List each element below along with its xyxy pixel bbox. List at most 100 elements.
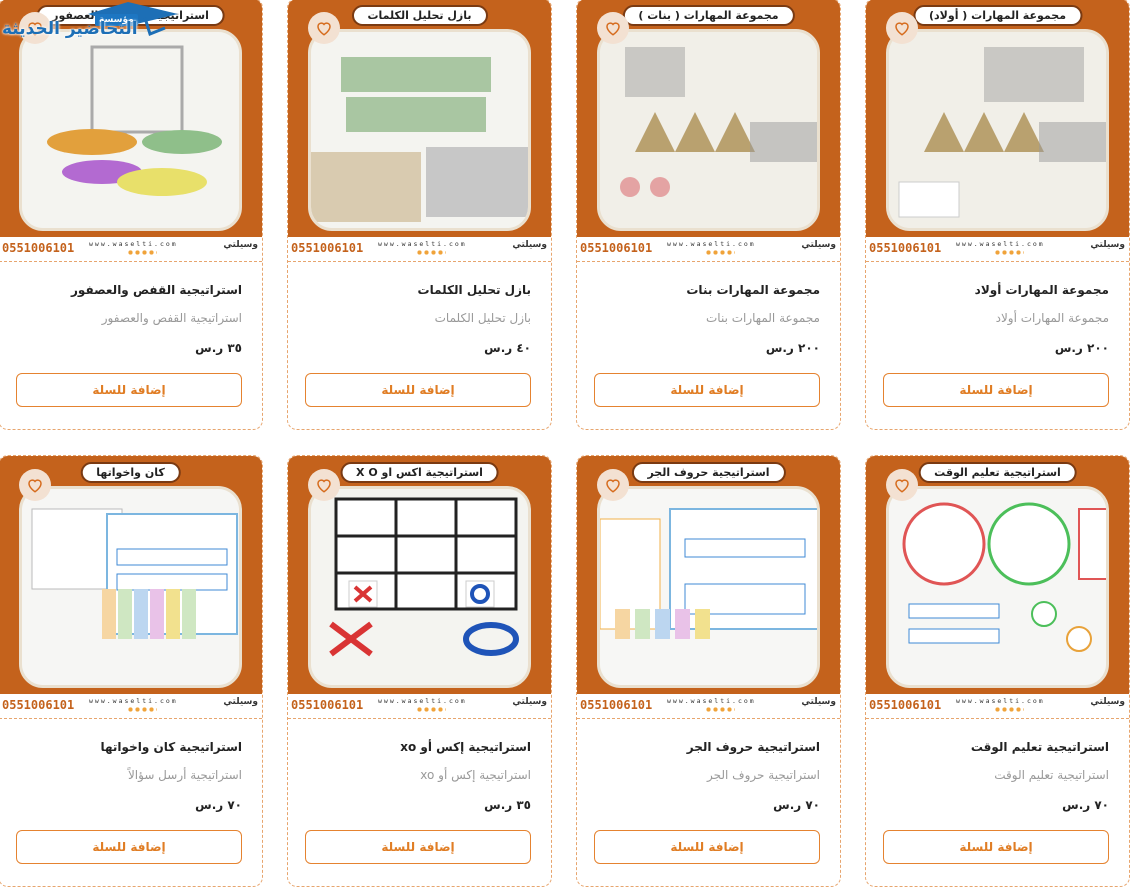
product-card: استراتيجية حروف الجر 0551006101 www.wase… <box>576 455 841 887</box>
product-price: ٣٥ ر.س <box>195 341 242 355</box>
product-image[interactable]: استراتيجية تعليم الوقت <box>866 456 1129 694</box>
brand-mark: وسيلتي <box>801 697 836 707</box>
product-photo <box>308 486 531 688</box>
add-to-cart-button[interactable]: إضافة للسلة <box>305 830 531 864</box>
product-banner: استراتيجية اكس او X O <box>340 462 499 483</box>
heart-icon <box>317 22 331 36</box>
decor-dots <box>705 250 735 255</box>
product-price: ٣٥ ر.س <box>484 798 531 812</box>
favorite-button[interactable] <box>308 469 340 501</box>
product-image[interactable]: مجموعة المهارات ( أولاد) <box>866 0 1129 237</box>
image-footer: 0551006101 www.waselti.com وسيلتي <box>577 694 840 719</box>
image-footer: 0551006101 www.waselti.com وسيلتي <box>577 237 840 262</box>
product-info: مجموعة المهارات أولاد مجموعة المهارات أو… <box>866 261 1129 429</box>
store-logo[interactable]: مؤسسة التحاضير الحديثة <box>0 0 180 45</box>
phone-number: 0551006101 <box>580 698 653 712</box>
image-footer: 0551006101 www.waselti.com وسيلتي <box>0 237 262 262</box>
brand-mark: وسيلتي <box>512 240 547 250</box>
product-photo <box>886 29 1109 231</box>
product-image[interactable]: بازل تحليل الكلمات <box>288 0 551 237</box>
decor-dots <box>705 707 735 712</box>
product-price: ٧٠ ر.س <box>195 798 242 812</box>
product-image[interactable]: استراتيجية حروف الجر <box>577 456 840 694</box>
add-to-cart-button[interactable]: إضافة للسلة <box>883 373 1109 407</box>
website-url: www.waselti.com <box>378 697 467 705</box>
heart-icon <box>317 479 331 493</box>
website-url: www.waselti.com <box>667 697 756 705</box>
product-card: بازل تحليل الكلمات 0551006101 www.waselt… <box>287 0 552 430</box>
add-to-cart-button[interactable]: إضافة للسلة <box>594 830 820 864</box>
product-card: استراتيجية اكس او X O 0551006101 www.was… <box>287 455 552 887</box>
product-card: كان واخواتها 0551006101 www.waselti.com … <box>0 455 263 887</box>
product-name[interactable]: استراتيجية تعليم الوقت <box>971 740 1109 754</box>
image-footer: 0551006101 www.waselti.com وسيلتي <box>866 237 1129 262</box>
add-to-cart-button[interactable]: إضافة للسلة <box>594 373 820 407</box>
product-banner: استراتيجية تعليم الوقت <box>918 462 1077 483</box>
favorite-button[interactable] <box>19 469 51 501</box>
product-subtitle: استراتيجية حروف الجر <box>707 768 820 782</box>
product-name[interactable]: مجموعة المهارات أولاد <box>975 283 1109 297</box>
favorite-button[interactable] <box>886 469 918 501</box>
product-banner: مجموعة المهارات ( بنات ) <box>622 5 795 26</box>
decor-dots <box>994 250 1024 255</box>
image-footer: 0551006101 www.waselti.com وسيلتي <box>0 694 262 719</box>
favorite-button[interactable] <box>597 12 629 44</box>
product-banner: مجموعة المهارات ( أولاد) <box>912 5 1083 26</box>
product-info: بازل تحليل الكلمات بازل تحليل الكلمات ٤٠… <box>288 261 551 429</box>
product-info: استراتيجية كان واخواتها استراتيجية أرسل … <box>0 718 262 886</box>
product-card: مجموعة المهارات ( بنات ) 0551006101 www.… <box>576 0 841 430</box>
add-to-cart-button[interactable]: إضافة للسلة <box>16 830 242 864</box>
phone-number: 0551006101 <box>2 698 75 712</box>
logo-line2: التحاضير الحديثة <box>2 19 138 39</box>
brand-mark: وسيلتي <box>801 240 836 250</box>
image-footer: 0551006101 www.waselti.com وسيلتي <box>866 694 1129 719</box>
phone-number: 0551006101 <box>869 698 942 712</box>
phone-number: 0551006101 <box>291 698 364 712</box>
product-image[interactable]: مجموعة المهارات ( بنات ) <box>577 0 840 237</box>
add-to-cart-button[interactable]: إضافة للسلة <box>305 373 531 407</box>
product-name[interactable]: استراتيجية إكس أو xo <box>400 740 531 754</box>
decor-dots <box>127 250 157 255</box>
favorite-button[interactable] <box>886 12 918 44</box>
heart-icon <box>28 479 42 493</box>
product-name[interactable]: استراتيجية حروف الجر <box>687 740 820 754</box>
product-info: استراتيجية إكس أو xo استراتيجية إكس أو x… <box>288 718 551 886</box>
product-photo <box>886 486 1109 688</box>
heart-icon <box>606 22 620 36</box>
product-image[interactable]: كان واخواتها <box>0 456 262 694</box>
add-to-cart-button[interactable]: إضافة للسلة <box>883 830 1109 864</box>
favorite-button[interactable] <box>597 469 629 501</box>
product-info: مجموعة المهارات بنات مجموعة المهارات بنا… <box>577 261 840 429</box>
product-price: ٢٠٠ ر.س <box>765 341 820 355</box>
product-name[interactable]: استراتيجية كان واخواتها <box>101 740 243 754</box>
brand-mark: وسيلتي <box>1090 240 1125 250</box>
product-card: استراتيجية القفص والعصفور 0551006101 www… <box>0 0 263 430</box>
product-subtitle: استراتيجية أرسل سؤالاً <box>127 768 242 782</box>
product-photo <box>308 29 531 231</box>
phone-number: 0551006101 <box>580 241 653 255</box>
heart-icon <box>606 479 620 493</box>
phone-number: 0551006101 <box>2 241 75 255</box>
website-url: www.waselti.com <box>956 697 1045 705</box>
product-price: ٢٠٠ ر.س <box>1054 341 1109 355</box>
product-price: ٤٠ ر.س <box>484 341 531 355</box>
product-info: استراتيجية حروف الجر استراتيجية حروف الج… <box>577 718 840 886</box>
product-subtitle: بازل تحليل الكلمات <box>434 311 531 325</box>
heart-icon <box>895 479 909 493</box>
product-photo <box>597 486 820 688</box>
product-info: استراتيجية تعليم الوقت استراتيجية تعليم … <box>866 718 1129 886</box>
product-name[interactable]: استراتيجية القفص والعصفور <box>71 283 242 297</box>
brand-mark: وسيلتي <box>223 240 258 250</box>
product-name[interactable]: مجموعة المهارات بنات <box>686 283 820 297</box>
product-banner: استراتيجية حروف الجر <box>631 462 786 483</box>
product-photo <box>19 29 242 231</box>
product-image[interactable]: استراتيجية اكس او X O <box>288 456 551 694</box>
product-card: استراتيجية تعليم الوقت 0551006101 www.wa… <box>865 455 1130 887</box>
decor-dots <box>127 707 157 712</box>
phone-number: 0551006101 <box>869 241 942 255</box>
heart-icon <box>895 22 909 36</box>
brand-mark: وسيلتي <box>1090 697 1125 707</box>
add-to-cart-button[interactable]: إضافة للسلة <box>16 373 242 407</box>
favorite-button[interactable] <box>308 12 340 44</box>
product-name[interactable]: بازل تحليل الكلمات <box>418 283 531 297</box>
